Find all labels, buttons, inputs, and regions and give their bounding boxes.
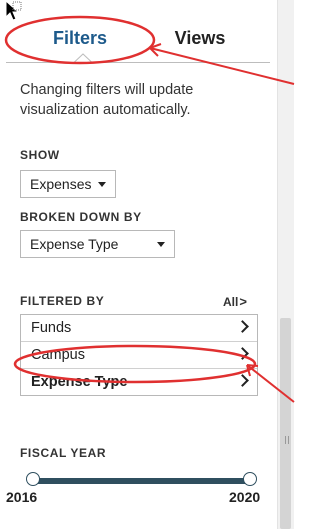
fiscal-year-slider-max-handle[interactable] bbox=[243, 472, 257, 486]
fiscal-year-min-label: 2016 bbox=[6, 489, 38, 505]
filters-panel: Filters Views Changing filters will upda… bbox=[0, 0, 270, 529]
filter-item-label: Funds bbox=[31, 320, 72, 336]
chevron-down-icon bbox=[98, 182, 106, 187]
broken-down-by-label: BROKEN DOWN BY bbox=[20, 210, 142, 224]
filter-item-label: Expense Type bbox=[31, 374, 128, 390]
filtered-by-label: FILTERED BY bbox=[20, 294, 105, 308]
fiscal-year-max-label: 2020 bbox=[229, 489, 261, 505]
scrollbar-thumb[interactable] bbox=[280, 318, 291, 529]
all-filters-link[interactable]: All > bbox=[223, 294, 247, 309]
chevron-right-icon bbox=[236, 347, 249, 360]
broken-down-by-dropdown[interactable]: Expense Type bbox=[20, 230, 175, 258]
filter-item-label: Campus bbox=[31, 347, 85, 363]
filter-item-funds[interactable]: Funds bbox=[21, 315, 257, 342]
fiscal-year-slider-min-handle[interactable] bbox=[26, 472, 40, 486]
filter-item-expense-type[interactable]: Expense Type bbox=[21, 369, 257, 395]
show-label: SHOW bbox=[20, 148, 60, 162]
vertical-scrollbar[interactable] bbox=[277, 0, 294, 529]
show-dropdown[interactable]: Expenses bbox=[20, 170, 116, 198]
broken-down-by-value: Expense Type bbox=[30, 236, 119, 252]
all-filters-label: All bbox=[223, 294, 239, 309]
fiscal-year-slider-track[interactable] bbox=[33, 478, 249, 484]
fiscal-year-label: FISCAL YEAR bbox=[20, 446, 107, 460]
chevron-right-icon bbox=[236, 320, 249, 333]
chevron-right-icon: > bbox=[239, 294, 247, 309]
active-tab-caret bbox=[74, 53, 92, 63]
tab-views[interactable]: Views bbox=[160, 24, 240, 52]
filter-list: Funds Campus Expense Type bbox=[20, 314, 258, 396]
show-dropdown-value: Expenses bbox=[30, 176, 92, 192]
filter-item-campus[interactable]: Campus bbox=[21, 342, 257, 369]
tab-divider bbox=[92, 62, 270, 63]
tab-divider bbox=[6, 62, 74, 63]
chevron-down-icon bbox=[157, 242, 165, 247]
tab-filters[interactable]: Filters bbox=[22, 24, 138, 52]
mouse-pointer-icon bbox=[5, 0, 22, 21]
chevron-right-icon bbox=[236, 374, 249, 387]
scrollbar-grip bbox=[285, 436, 289, 444]
info-text: Changing filters will update visualizati… bbox=[20, 82, 194, 118]
